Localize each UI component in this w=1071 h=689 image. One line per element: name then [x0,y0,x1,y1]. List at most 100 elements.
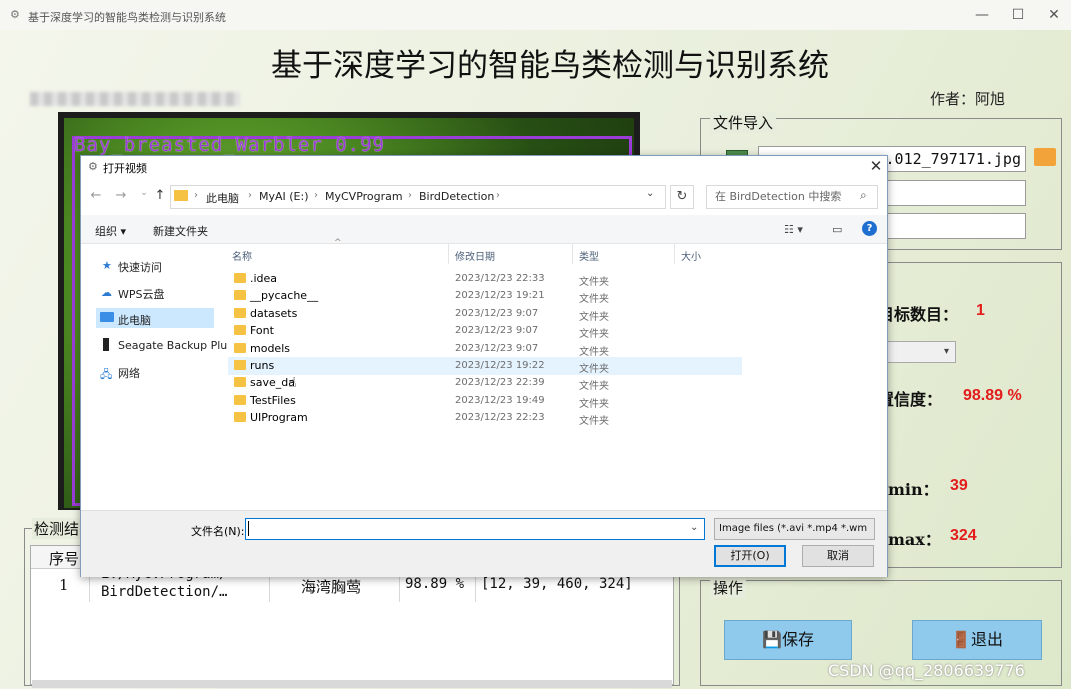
file-name: TestFiles [250,394,296,407]
file-type-select[interactable]: Image files (*.avi *.mp4 *.wm [714,518,875,540]
target-select[interactable]: ▾ [886,341,956,363]
save-button[interactable]: 💾保存 [724,620,852,660]
save-label: 保存 [781,630,814,649]
computer-icon [100,312,114,322]
nav-network[interactable]: 网络 [118,365,140,381]
folder-icon [234,290,246,300]
new-folder-button[interactable]: 新建文件夹 [153,223,208,239]
breadcrumb-mycvprogram[interactable]: MyCVProgram [325,190,403,203]
text-caret [248,521,249,536]
exit-icon: 🚪 [951,630,971,649]
maximize-button[interactable]: ☐ [1003,4,1033,26]
help-icon[interactable]: ? [862,221,877,236]
star-icon: ★ [102,259,112,272]
folder-icon [234,412,246,422]
row-index: 1 [59,576,69,594]
cancel-button[interactable]: 取消 [802,545,874,567]
nav-seagate[interactable]: Seagate Backup Plu [118,339,227,352]
file-date: 2023/12/23 19:49 [455,395,545,406]
file-type: 文件夹 [579,329,609,340]
up-icon[interactable]: ↑ [152,188,168,203]
open-button[interactable]: 打开(O) [714,545,786,567]
results-label: 检测结 [32,518,82,539]
target-count-value: 1 [976,302,985,319]
folder-icon [234,377,246,387]
xmin-label: min： [888,480,939,499]
file-date: 2023/12/23 22:39 [455,377,545,388]
sort-icon: ^ [334,238,342,248]
preview-pane-icon[interactable]: ▭ [832,223,842,236]
column-type[interactable]: 类型 [579,248,599,263]
file-date: 2023/12/23 22:33 [455,273,545,284]
target-count-label: 目标数目： [878,305,959,324]
folder-icon [234,360,246,370]
breadcrumb-drive[interactable]: MyAI (E:) [259,190,309,203]
row-confidence: 98.89 % [405,576,465,592]
close-button[interactable]: ✕ [1039,4,1069,26]
address-bar[interactable] [170,185,666,209]
file-name: .idea [250,272,278,285]
horizontal-scrollbar[interactable] [32,680,672,688]
watermark: CSDN @qq_2806639776 [828,661,1025,680]
nav-this-pc[interactable]: 此电脑 [118,312,151,328]
file-name: UIProgram [250,411,308,424]
column-size[interactable]: 大小 [681,248,701,263]
breadcrumb-birddetection[interactable]: BirdDetection [419,190,494,203]
xmax-label: max： [888,530,941,549]
row-path-line2: BirdDetection/… [101,584,228,600]
page-title: 基于深度学习的智能鸟类检测与识别系统 [271,48,829,84]
refresh-button[interactable]: ↻ [670,185,694,209]
minimize-button[interactable]: — [967,4,997,26]
save-icon: 💾 [762,630,782,649]
file-name: datasets [250,307,298,320]
file-type: 文件夹 [579,294,609,305]
back-icon[interactable]: ← [88,188,104,203]
column-date[interactable]: 修改日期 [455,248,495,263]
drive-icon [103,338,109,351]
folder-icon[interactable] [1034,148,1056,166]
breadcrumb-this-pc[interactable]: 此电脑 [206,190,239,206]
row-box: [12, 39, 460, 324] [481,576,633,592]
chevron-down-icon[interactable]: ⌄ [646,188,654,199]
folder-icon [234,273,246,283]
window-title: 基于深度学习的智能鸟类检测与识别系统 [28,11,226,24]
exit-label: 退出 [970,630,1003,649]
file-date: 2023/12/23 9:07 [455,325,539,336]
search-input[interactable]: 在 BirdDetection 中搜索 [706,185,878,209]
organize-button[interactable]: 组织 ▾ [95,223,126,239]
column-name[interactable]: 名称 [232,248,252,263]
folder-icon [234,343,246,353]
title-bar: ⚙ 基于深度学习的智能鸟类检测与识别系统 — ☐ ✕ [0,0,1071,30]
xmin-value: 39 [950,477,968,494]
cloud-icon: ☁ [101,286,112,299]
file-type: 文件夹 [579,416,609,427]
file-date: 2023/12/23 19:22 [455,360,545,371]
search-icon[interactable]: ⌕ [860,188,867,203]
view-options-icon[interactable]: ☷ ▾ [784,223,803,236]
dialog-title: 打开视频 [103,162,147,175]
app-icon: ⚙ [10,8,20,21]
file-type: 文件夹 [579,381,609,392]
header-index: 序号 [49,550,80,568]
filename-input[interactable] [245,518,705,540]
chevron-down-icon[interactable]: ⌄ [690,522,698,533]
file-date: 2023/12/23 19:21 [455,290,545,301]
confidence-value: 98.89 % [963,387,1022,404]
folder-icon [234,308,246,318]
nav-wps-cloud[interactable]: WPS云盘 [118,286,165,302]
operations-label: 操作 [710,577,747,598]
file-date: 2023/12/23 22:23 [455,412,545,423]
refresh-icon: ↻ [676,189,688,204]
folder-icon [174,190,188,201]
dialog-app-icon: ⚙ [88,160,98,173]
file-import-label: 文件导入 [710,112,777,133]
xmax-value: 324 [950,527,977,544]
detection-label: Bay_breasted_Warbler 0.99 [74,134,385,156]
nav-quick-access[interactable]: 快速访问 [118,259,162,275]
recent-chevron-icon[interactable]: ⌄ [136,188,152,198]
forward-icon[interactable]: → [113,188,129,203]
exit-button[interactable]: 🚪退出 [912,620,1042,660]
file-name: Font [250,324,274,337]
file-date: 2023/12/23 9:07 [455,308,539,319]
dialog-close-button[interactable]: ✕ [866,156,886,176]
